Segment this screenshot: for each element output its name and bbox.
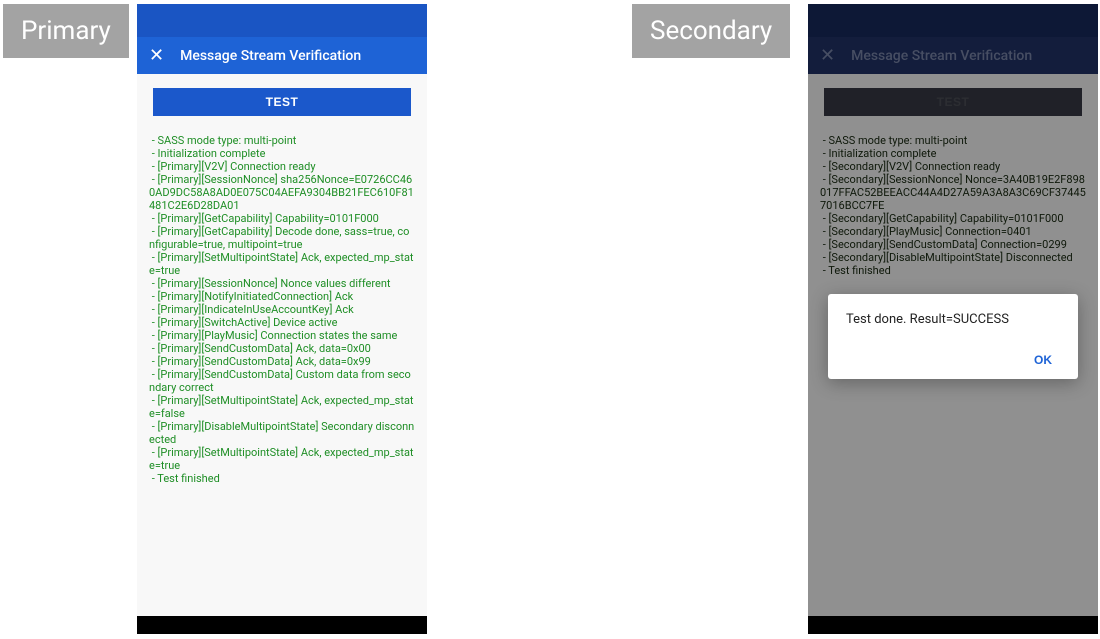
primary-label-text: Primary: [21, 16, 111, 46]
close-icon[interactable]: ✕: [149, 47, 164, 65]
secondary-status-bar: [808, 4, 1098, 37]
secondary-nav-bar: [808, 616, 1098, 634]
test-button: TEST: [824, 88, 1082, 116]
dialog-actions: OK: [846, 347, 1060, 371]
test-button[interactable]: TEST: [153, 88, 411, 116]
secondary-label: Secondary: [632, 4, 790, 58]
result-dialog: Test done. Result=SUCCESS OK: [828, 294, 1078, 379]
dialog-ok-button[interactable]: OK: [1026, 347, 1060, 371]
secondary-label-text: Secondary: [650, 16, 772, 46]
secondary-device: ✕ Message Stream Verification TEST - SAS…: [808, 4, 1098, 634]
primary-log-output: - SASS mode type: multi-point - Initiali…: [149, 134, 415, 485]
dialog-message: Test done. Result=SUCCESS: [846, 312, 1060, 327]
primary-nav-bar: [137, 616, 427, 634]
secondary-app-bar: ✕ Message Stream Verification: [808, 37, 1098, 74]
app-bar-title: Message Stream Verification: [851, 48, 1032, 64]
primary-content: TEST - SASS mode type: multi-point - Ini…: [137, 74, 427, 616]
secondary-log-output: - SASS mode type: multi-point - Initiali…: [820, 134, 1086, 277]
app-bar-title: Message Stream Verification: [180, 48, 361, 64]
primary-device: ✕ Message Stream Verification TEST - SAS…: [137, 4, 427, 634]
primary-app-bar: ✕ Message Stream Verification: [137, 37, 427, 74]
close-icon: ✕: [820, 47, 835, 65]
primary-status-bar: [137, 4, 427, 37]
primary-label: Primary: [3, 4, 129, 58]
